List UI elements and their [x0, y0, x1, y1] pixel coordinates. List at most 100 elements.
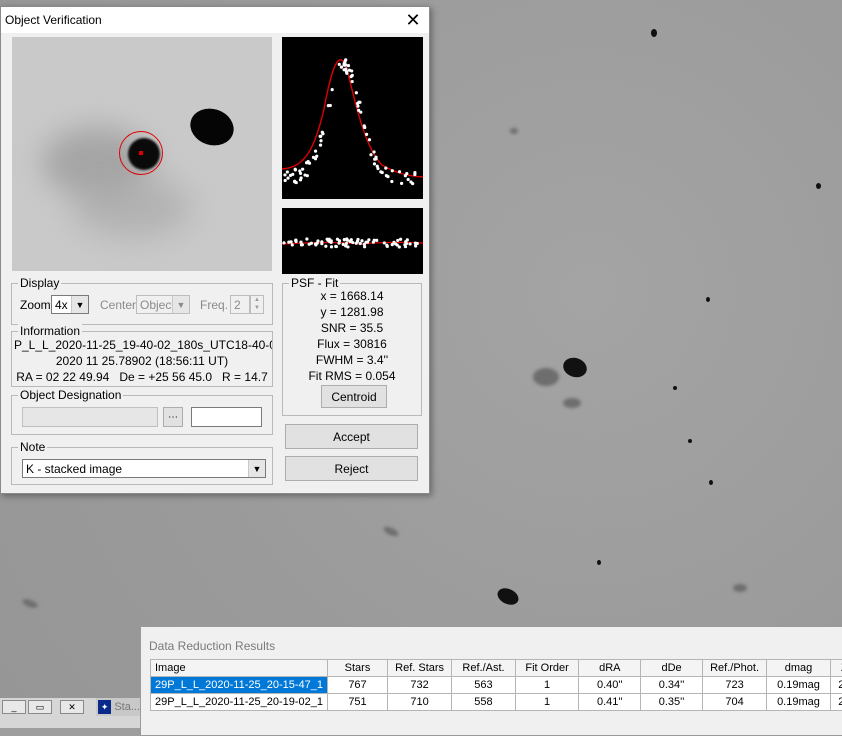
sample-point [373, 162, 376, 165]
sample-point [316, 242, 319, 245]
accept-button[interactable]: Accept [285, 424, 418, 449]
app-icon: ✦ [98, 700, 111, 714]
sample-point [413, 173, 416, 176]
psf-sample-points [283, 58, 416, 185]
table-cell: 710 [387, 694, 451, 711]
close-icon[interactable]: ✕ [403, 11, 423, 29]
object-designation-legend: Object Designation [18, 388, 123, 402]
sample-point [381, 171, 384, 174]
sample-point [319, 144, 322, 147]
column-header[interactable]: Ref./Ast. [452, 660, 516, 677]
data-reduction-results-window: Data Reduction Results Image Stars Ref. … [140, 626, 842, 736]
center-value: Object [137, 298, 172, 312]
close-button[interactable]: ✕ [60, 700, 84, 714]
sample-point [363, 126, 366, 129]
designation-extra-field[interactable] [191, 407, 262, 427]
sample-point [359, 242, 362, 245]
sample-point [357, 109, 360, 112]
centroid-marker [139, 151, 143, 155]
sample-point [394, 242, 397, 245]
dialog-titlebar[interactable]: Object Verification ✕ [1, 7, 429, 33]
table-row[interactable]: 29P_L_L_2020-11-25_20-15-47_1 767 732 56… [151, 677, 842, 694]
sample-point [289, 240, 292, 243]
column-header[interactable]: Image [151, 660, 328, 677]
restore-button[interactable]: ▭ [28, 700, 52, 714]
zoom-value: 4x [52, 298, 71, 312]
taskbar-app[interactable]: ✦ Sta... [96, 698, 140, 716]
sample-point [365, 133, 368, 136]
sample-point [303, 173, 306, 176]
psf-fwhm: FWHM = 3.4'' [283, 353, 421, 367]
table-cell: 0.34'' [641, 677, 703, 694]
note-select[interactable]: K - stacked image ▼ [22, 459, 266, 478]
center-select[interactable]: Object ▼ [136, 295, 190, 314]
results-table: Image Stars Ref. Stars Ref./Ast. Fit Ord… [150, 659, 842, 711]
designation-field[interactable] [22, 407, 158, 427]
sample-point [351, 74, 354, 77]
column-header[interactable]: Fit Order [515, 660, 579, 677]
coma-glow [72, 177, 192, 237]
sample-point [299, 178, 302, 181]
sky-star [651, 29, 657, 37]
sky-star [688, 439, 692, 443]
neighbor-star [186, 103, 239, 151]
column-header[interactable]: Stars [328, 660, 388, 677]
freq-spinner[interactable]: ▲▼ [250, 295, 264, 314]
sample-point [343, 62, 346, 65]
table-cell: 0.41'' [579, 694, 641, 711]
table-cell: 0.19mag [767, 694, 831, 711]
reject-button[interactable]: Reject [285, 456, 418, 481]
minimize-button[interactable]: _ [2, 700, 26, 714]
note-legend: Note [18, 440, 47, 454]
column-header[interactable]: Z [830, 660, 842, 677]
image-cutout[interactable] [12, 37, 272, 271]
sky-star [597, 560, 601, 565]
sample-point [294, 168, 297, 171]
column-header[interactable]: dmag [767, 660, 831, 677]
column-header[interactable]: dDe [641, 660, 703, 677]
chevron-down-icon[interactable]: ▼ [248, 460, 265, 477]
table-cell: 704 [702, 694, 766, 711]
column-header[interactable]: Ref./Phot. [702, 660, 766, 677]
psf-profile-plot [282, 37, 423, 199]
sample-point [407, 178, 410, 181]
sky-comet-coma [533, 368, 559, 386]
results-header-row: Image Stars Ref. Stars Ref./Ast. Fit Ord… [151, 660, 842, 677]
sample-point [284, 179, 287, 182]
psf-flux: Flux = 30816 [283, 337, 421, 351]
centroid-button[interactable]: Centroid [321, 385, 387, 408]
table-cell: 0.40'' [579, 677, 641, 694]
sample-point [384, 167, 387, 170]
sample-point [336, 238, 339, 241]
sample-point [348, 69, 351, 72]
psf-fit-group: PSF - Fit x = 1668.14 y = 1281.98 SNR = … [282, 283, 422, 416]
psf-fit-rms: Fit RMS = 0.054 [283, 369, 421, 383]
sample-point [338, 63, 341, 66]
sample-point [299, 172, 302, 175]
dialog-title: Object Verification [5, 13, 102, 27]
table-row[interactable]: 29P_L_L_2020-11-25_20-19-02_1 751 710 55… [151, 694, 842, 711]
psf-fit-legend: PSF - Fit [289, 276, 340, 290]
sample-point [409, 180, 412, 183]
information-legend: Information [18, 324, 82, 338]
chevron-down-icon[interactable]: ▼ [71, 296, 88, 313]
chevron-down-icon[interactable]: ▼ [172, 296, 189, 313]
zoom-select[interactable]: 4x ▼ [51, 295, 89, 314]
sample-point [283, 173, 286, 176]
sample-point [408, 242, 411, 245]
sample-point [293, 180, 296, 183]
table-cell: 29P_L_L_2020-11-25_20-19-02_1 [151, 694, 328, 711]
sample-point [414, 244, 417, 247]
column-header[interactable]: Ref. Stars [387, 660, 451, 677]
browse-designation-button[interactable]: ⋯ [163, 407, 183, 427]
column-header[interactable]: dRA [579, 660, 641, 677]
psf-snr: SNR = 35.5 [283, 321, 421, 335]
info-filename: P_L_L_2020-11-25_19-40-02_180s_UTC18-40-… [14, 338, 272, 352]
sample-point [363, 243, 366, 246]
sample-point [314, 149, 317, 152]
freq-input[interactable]: 2 [230, 295, 250, 314]
table-cell: 25 [830, 677, 842, 694]
sample-point [324, 245, 327, 248]
sample-point [291, 173, 294, 176]
freq-label: Freq. [200, 298, 228, 312]
